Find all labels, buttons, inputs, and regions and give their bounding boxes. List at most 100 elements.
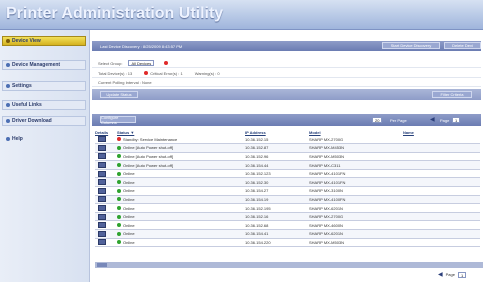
filter-criteria-button[interactable]: Filter Criteria (432, 91, 472, 98)
model-cell: SHARP MX-M503N (309, 238, 403, 248)
details-icon[interactable] (98, 196, 106, 203)
table-row[interactable]: Online 10.36.154.220 SHARP MX-M503N (95, 238, 480, 248)
name-cell (403, 229, 480, 239)
details-icon[interactable] (98, 170, 106, 177)
table-row[interactable]: Online 10.36.152.68 SHARP MX-4600N (95, 220, 480, 231)
name-cell (403, 195, 480, 205)
details-icon[interactable] (98, 213, 106, 220)
status-text: Online [Auto Power shut-off] (123, 162, 173, 168)
delete-device-button[interactable]: Delete Devi (444, 42, 481, 49)
details-icon[interactable] (98, 230, 106, 237)
details-cell[interactable] (95, 229, 117, 239)
online-status-icon (117, 145, 121, 150)
details-cell[interactable] (95, 177, 117, 188)
table-row[interactable]: Online 10.36.152.195 SHARP MX-6201N (95, 203, 480, 213)
sidebar-item-label: Driver Download (12, 118, 52, 124)
per-page-label: Per Page (390, 118, 407, 123)
group-select[interactable]: All Devices (128, 60, 155, 66)
model-cell: SHARP MX-4101FN (309, 177, 403, 188)
online-status-icon (117, 188, 121, 193)
name-cell (403, 203, 480, 213)
sidebar-item-useful-links[interactable]: Useful Links (2, 100, 86, 110)
page-select[interactable]: 1 (452, 117, 461, 123)
details-icon[interactable] (98, 136, 106, 143)
details-icon[interactable] (98, 153, 106, 160)
sidebar-item-label: Help (12, 136, 23, 142)
sidebar-item-device-view[interactable]: Device View (2, 36, 86, 46)
table-row[interactable]: Online 10.36.154.41 SHARP MX-6201N (95, 229, 480, 239)
details-icon[interactable] (98, 144, 106, 151)
table-toolbar: Configure Columns 20 Per Page ◀ Page 1 (92, 114, 481, 126)
table-row[interactable]: Online [Auto Power shut-off] 10.36.152.96… (95, 152, 480, 162)
critical-errors: Critical Error(s) : 1 (144, 71, 183, 76)
table-row[interactable]: Online 10.36.154.27 SHARP MX-3100N (95, 186, 480, 196)
polling-row: Current Polling Interval : None (92, 78, 481, 87)
table-row[interactable]: Online 10.36.152.16 SHARP MX-2700G (95, 212, 480, 222)
details-cell[interactable] (95, 186, 117, 196)
details-cell[interactable] (95, 195, 117, 205)
table-row[interactable]: Online 10.36.152.30 SHARP MX-4101FN (95, 177, 480, 188)
details-cell[interactable] (95, 152, 117, 162)
online-status-icon (117, 180, 121, 185)
name-cell (403, 169, 480, 179)
status-cell: Online [Auto Power shut-off] (117, 160, 245, 170)
details-icon[interactable] (98, 162, 106, 169)
online-status-icon (117, 154, 121, 159)
name-cell (403, 212, 480, 222)
online-status-icon (117, 206, 121, 211)
details-cell[interactable] (95, 160, 117, 170)
model-text: SHARP MX-2700G (309, 214, 344, 220)
sidebar-item-driver-download[interactable]: Driver Download (2, 116, 86, 126)
name-cell (403, 152, 480, 162)
scrollbar-thumb[interactable] (97, 263, 107, 267)
status-text: Online (123, 214, 135, 220)
table-row[interactable]: Online 10.36.152.123 SHARP MX-4101FN (95, 169, 480, 179)
status-cell: Online (117, 220, 245, 231)
error-icon (144, 71, 149, 75)
configure-columns-button[interactable]: Configure Columns (100, 115, 136, 125)
horizontal-scrollbar[interactable] (95, 262, 483, 268)
details-cell[interactable] (95, 238, 117, 248)
model-cell: SHARP MX-6201N (309, 203, 403, 213)
table-row[interactable]: Online 10.36.154.19 SHARP MX-4100FN (95, 195, 480, 205)
page-label: Page (440, 118, 450, 123)
footer-page-select[interactable]: 1 (457, 271, 467, 278)
ip-text: 10.36.152.195 (245, 205, 271, 211)
model-text: SHARP MX-6201N (309, 205, 343, 211)
ip-cell: 10.36.152.123 (245, 169, 309, 179)
per-page-select[interactable]: 20 (372, 117, 383, 123)
details-cell[interactable] (95, 203, 117, 213)
ip-cell: 10.36.152.96 (245, 152, 309, 162)
total-devices: Total Device(s) : 13 (98, 70, 133, 76)
prev-page-icon[interactable]: ◀ (430, 116, 435, 123)
details-cell[interactable] (95, 143, 117, 153)
status-text: Online (123, 196, 135, 202)
sidebar-item-settings[interactable]: Settings (2, 81, 86, 91)
details-icon[interactable] (98, 205, 106, 212)
details-cell[interactable] (95, 220, 117, 231)
start-discovery-button[interactable]: Start Device Discovery (382, 42, 440, 49)
prev-page-icon[interactable]: ◀ (438, 271, 443, 278)
details-icon[interactable] (98, 222, 106, 229)
update-status-button[interactable]: Update Status (100, 91, 138, 98)
bullet-icon (6, 119, 10, 123)
bullet-icon (6, 63, 10, 67)
details-icon[interactable] (98, 239, 106, 246)
details-cell[interactable] (95, 135, 117, 145)
model-text: SHARP MX-2700G (309, 136, 344, 142)
table-row[interactable]: Online [Auto Power shut-off] 10.36.152.87… (95, 143, 480, 153)
ip-text: 10.36.154.27 (245, 188, 269, 194)
details-cell[interactable] (95, 169, 117, 179)
ip-cell: 10.36.152.30 (245, 177, 309, 188)
model-cell: SHARP MX-2700G (309, 135, 403, 145)
table-row[interactable]: Standby: Service Maintenance 10.36.152.15… (95, 135, 480, 145)
model-cell: SHARP MX-4600N (309, 220, 403, 231)
details-icon[interactable] (98, 187, 106, 194)
details-icon[interactable] (98, 179, 106, 186)
model-cell: SHARP MX-M453N (309, 143, 403, 153)
table-row[interactable]: Online [Auto Power shut-off] 10.36.154.44… (95, 160, 480, 170)
discovery-bar: Last Device Discovery : 8/25/2009 8:43:5… (92, 41, 481, 51)
details-cell[interactable] (95, 212, 117, 222)
sidebar-item-help[interactable]: Help (2, 134, 86, 144)
sidebar-item-device-management[interactable]: Device Management (2, 60, 86, 70)
